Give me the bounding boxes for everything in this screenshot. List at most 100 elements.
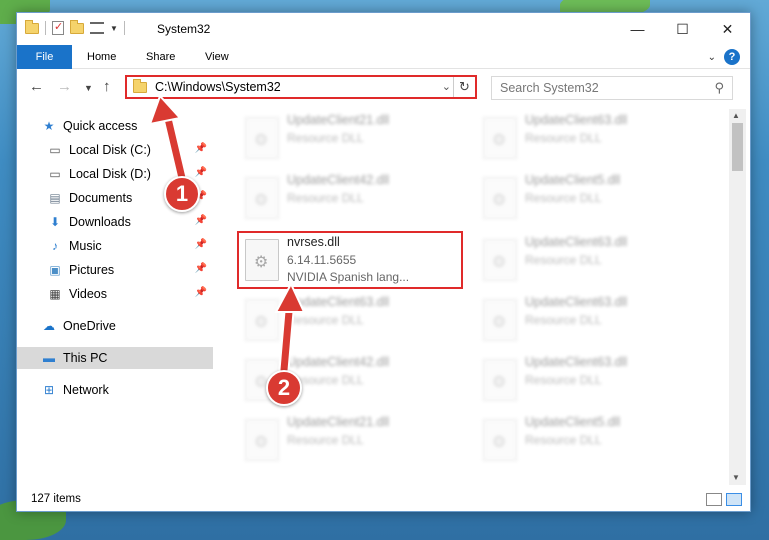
sidebar-item-label: Network <box>63 383 109 397</box>
chevron-down-icon[interactable]: ▼ <box>110 24 118 33</box>
divider <box>45 21 46 35</box>
pc-icon: ▬ <box>43 351 55 365</box>
chevron-down-icon[interactable]: ⌄ <box>442 80 451 93</box>
scrollbar-thumb[interactable] <box>732 123 743 171</box>
expand-ribbon-icon[interactable]: ⌄ <box>708 52 716 63</box>
dll-file-icon <box>245 419 279 461</box>
dll-file-icon <box>483 299 517 341</box>
list-item[interactable]: UpdateClient63.dll Resource DLL <box>477 233 707 289</box>
sidebar-item-local-disk-c[interactable]: ▭ Local Disk (C:) 📌 <box>17 139 213 161</box>
status-bar: 127 items <box>17 489 750 511</box>
view-switcher <box>706 493 742 506</box>
details-view-icon[interactable] <box>706 493 722 506</box>
tab-view[interactable]: View <box>205 51 229 63</box>
file-name: UpdateClient42.dll <box>287 173 390 187</box>
file-type: Resource DLL <box>287 191 364 205</box>
search-placeholder: Search System32 <box>500 81 599 95</box>
dll-file-icon <box>483 117 517 159</box>
properties-icon[interactable] <box>52 20 64 35</box>
list-item[interactable]: UpdateClient5.dll Resource DLL <box>477 171 707 227</box>
search-icon[interactable]: ⚲ <box>714 80 724 96</box>
maximize-button[interactable]: ☐ <box>660 13 705 45</box>
sidebar-item-label: Quick access <box>63 119 138 133</box>
sidebar-item-label: Documents <box>69 191 133 205</box>
dll-file-icon <box>245 299 279 341</box>
large-icons-view-icon[interactable] <box>726 493 742 506</box>
refresh-icon[interactable]: ↻ <box>453 77 475 97</box>
title-bar: ▼ System32 — ☐ ✕ <box>17 13 750 45</box>
sidebar-item-quick-access[interactable]: ★ Quick access <box>17 115 213 137</box>
item-count: 127 items <box>31 493 81 505</box>
dll-file-icon <box>483 359 517 401</box>
pin-icon[interactable]: 📌 <box>195 215 207 226</box>
step-2-badge: 2 <box>266 370 302 406</box>
tab-home[interactable]: Home <box>87 51 116 63</box>
list-item[interactable]: UpdateClient5.dll Resource DLL <box>477 413 707 469</box>
pictures-icon: ▣ <box>49 263 61 277</box>
help-icon[interactable]: ? <box>724 49 740 65</box>
divider <box>123 21 125 35</box>
list-item[interactable]: UpdateClient42.dll Resource DLL <box>239 171 469 227</box>
sidebar-item-pictures[interactable]: ▣ Pictures 📌 <box>17 259 213 281</box>
sidebar-item-label: Local Disk (D:) <box>69 167 151 181</box>
pin-icon[interactable]: 📌 <box>195 263 207 274</box>
search-input[interactable]: Search System32 ⚲ <box>491 76 733 100</box>
music-icon: ♪ <box>52 239 58 253</box>
scroll-up-arrow-icon[interactable]: ▲ <box>732 111 740 120</box>
sidebar-item-label: This PC <box>63 351 108 365</box>
sidebar-item-label: Local Disk (C:) <box>69 143 151 157</box>
address-bar[interactable]: C:\Windows\System32 ⌄ ↻ <box>125 75 477 99</box>
navigation-pane: ★ Quick access ▭ Local Disk (C:) 📌 ▭ Loc… <box>17 109 213 485</box>
pin-icon[interactable]: 📌 <box>195 239 207 250</box>
tab-share[interactable]: Share <box>146 51 175 63</box>
new-folder-icon[interactable] <box>70 19 84 34</box>
folder-icon <box>133 78 147 93</box>
sidebar-item-network[interactable]: ⊞ Network <box>17 379 213 401</box>
file-name: UpdateClient5.dll <box>525 415 621 429</box>
sidebar-item-label: Pictures <box>69 263 115 277</box>
cloud-icon: ☁ <box>43 319 55 333</box>
sidebar-item-onedrive[interactable]: ☁ OneDrive <box>17 315 213 337</box>
pin-icon[interactable]: 📌 <box>195 167 207 178</box>
sidebar-item-label: Downloads <box>69 215 131 229</box>
pin-icon[interactable]: 📌 <box>195 287 207 298</box>
step-1-badge: 1 <box>164 176 200 212</box>
sidebar-item-videos[interactable]: ▦ Videos 📌 <box>17 283 213 305</box>
ribbon-tabs: File Home Share View ⌄ ? <box>17 45 750 69</box>
back-arrow-icon[interactable]: ← <box>29 78 44 95</box>
list-item[interactable]: UpdateClient21.dll Resource DLL <box>239 111 469 167</box>
file-name: UpdateClient63.dll <box>525 355 628 369</box>
close-button[interactable]: ✕ <box>705 13 750 45</box>
file-name: UpdateClient5.dll <box>525 173 621 187</box>
forward-arrow-icon[interactable]: → <box>57 78 72 95</box>
pin-icon[interactable]: 📌 <box>195 143 207 154</box>
highlight-box-nvrses <box>237 231 463 289</box>
sidebar-item-this-pc[interactable]: ▬ This PC <box>17 347 213 369</box>
vertical-scrollbar[interactable]: ▲ ▼ <box>729 109 746 485</box>
up-arrow-icon[interactable]: ↑ <box>103 78 111 95</box>
list-item[interactable]: UpdateClient21.dll Resource DLL <box>239 413 469 469</box>
address-path[interactable]: C:\Windows\System32 <box>155 80 281 94</box>
tab-file[interactable]: File <box>17 45 72 69</box>
view-list-icon[interactable] <box>90 22 104 34</box>
file-type: Resource DLL <box>525 131 602 145</box>
list-item[interactable]: UpdateClient63.dll Resource DLL <box>477 293 707 349</box>
sidebar-item-music[interactable]: ♪ Music 📌 <box>17 235 213 257</box>
minimize-button[interactable]: — <box>615 13 660 45</box>
list-item[interactable]: UpdateClient63.dll Resource DLL <box>477 111 707 167</box>
dll-file-icon <box>245 117 279 159</box>
network-icon: ⊞ <box>43 383 55 397</box>
scroll-down-arrow-icon[interactable]: ▼ <box>732 473 740 482</box>
window-title: System32 <box>157 22 211 36</box>
file-name: UpdateClient63.dll <box>525 113 628 127</box>
explorer-window: ▼ System32 — ☐ ✕ File Home Share View ⌄ … <box>16 12 751 512</box>
list-item[interactable]: UpdateClient63.dll Resource DLL <box>239 293 469 349</box>
sidebar-item-downloads[interactable]: ⬇ Downloads 📌 <box>17 211 213 233</box>
drive-icon: ▭ <box>49 143 61 157</box>
file-type: Resource DLL <box>287 433 364 447</box>
list-item[interactable]: UpdateClient63.dll Resource DLL <box>477 353 707 409</box>
file-name: UpdateClient63.dll <box>525 235 628 249</box>
file-type: Resource DLL <box>525 433 602 447</box>
dll-file-icon <box>483 239 517 281</box>
recent-locations-chevron-icon[interactable]: ▼ <box>84 83 93 93</box>
